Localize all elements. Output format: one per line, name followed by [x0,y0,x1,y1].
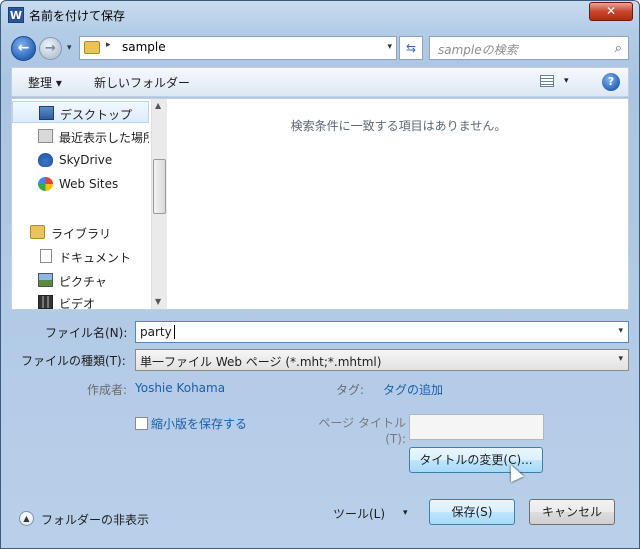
breadcrumb-arrow-icon[interactable]: ▸ [106,40,111,50]
forward-button[interactable]: → [39,37,62,60]
author-label: 作成者: [87,383,128,397]
skydrive-icon [38,153,53,167]
filetype-label: ファイルの種類(T): [21,354,126,368]
save-button[interactable]: 保存(S) [429,499,515,525]
sidebar-item-label: ビデオ [59,297,96,311]
sidebar-item-label: SkyDrive [59,153,113,167]
web-sites-icon [38,177,53,191]
recent-places-icon [38,129,53,143]
sidebar-item-label: ピクチャ [59,275,107,289]
filename-label: ファイル名(N): [45,326,128,340]
libraries-icon [30,225,45,239]
refresh-button[interactable]: ⇆ [399,36,423,60]
pictures-icon [38,273,53,287]
scroll-down-icon[interactable]: ▼ [155,297,161,306]
word-app-icon: W [8,7,24,23]
desktop-icon [39,106,54,120]
tools-label: ツール(L) [333,507,386,521]
filename-value: party [140,325,172,339]
sidebar-item-label: ドキュメント [59,251,132,265]
view-options-icon[interactable] [540,75,554,87]
navigation-pane: デスクトップ 最近表示した場所 SkyDrive Web Sites ライブラリ… [12,99,167,311]
sidebar-item-libraries[interactable]: ライブラリ [12,221,149,243]
sidebar-item-documents[interactable]: ドキュメント [12,245,149,267]
tags-field[interactable]: タグの追加 [383,381,443,398]
documents-icon [40,249,52,263]
text-caret [174,325,175,339]
organize-button[interactable]: 整理 ▾ [28,74,62,91]
filetype-value: 単一ファイル Web ページ (*.mht;*.mhtml) [140,355,382,369]
folder-icon [84,41,100,54]
page-title-label: ページ タイトル (T): [314,415,406,447]
sidebar-item-desktop[interactable]: デスクトップ [12,101,149,123]
save-thumbnail-label[interactable]: 縮小版を保存する [151,415,247,432]
save-thumbnail-checkbox[interactable] [135,417,148,430]
history-dropdown-icon[interactable]: ▾ [67,43,72,53]
help-icon[interactable]: ? [602,73,620,91]
view-dropdown-icon[interactable]: ▾ [564,76,569,86]
tags-label: タグ: [336,383,365,397]
search-placeholder: sampleの検索 [438,43,518,57]
filename-dropdown-icon[interactable]: ▾ [618,326,623,336]
close-button[interactable]: ✕ [589,2,633,21]
new-folder-button[interactable]: 新しいフォルダー [94,74,190,91]
sidebar-item-label: Web Sites [59,177,119,191]
breadcrumb-location[interactable]: sample [122,40,166,54]
back-button[interactable]: ← [11,36,36,61]
navigation-row: ← → ▾ ▸ sample ▾ ⇆ sampleの検索 ⌕ [1,31,639,65]
page-title-label-line2: (T): [385,432,406,446]
search-input[interactable]: sampleの検索 ⌕ [429,36,629,60]
filetype-dropdown-icon[interactable]: ▾ [618,354,623,364]
sidebar-item-recent-places[interactable]: 最近表示した場所 [12,125,149,147]
empty-results-message: 検索条件に一致する項目はありません。 [290,119,507,133]
collapse-up-icon: ▲ [19,511,34,526]
command-toolbar: 整理 ▾ 新しいフォルダー ▾ ? [11,67,629,97]
filename-field[interactable]: party ▾ [135,321,629,343]
sidebar-item-label: 最近表示した場所 [59,131,149,145]
sidebar-item-pictures[interactable]: ピクチャ [12,269,149,291]
sidebar-item-label: ライブラリ [51,227,112,241]
sidebar-item-web-sites[interactable]: Web Sites [12,173,149,195]
title-bar: W 名前を付けて保存 ✕ [1,1,639,27]
change-title-button[interactable]: タイトルの変更(C)... [409,447,543,473]
file-browser: デスクトップ 最近表示した場所 SkyDrive Web Sites ライブラリ… [11,98,629,311]
hide-folders-label: フォルダーの非表示 [41,513,150,527]
tools-button[interactable]: ツール(L) ▾ [331,503,417,525]
page-title-input [409,414,544,440]
tools-dropdown-icon: ▾ [403,508,408,518]
address-dropdown-icon[interactable]: ▾ [387,42,392,52]
page-title-label-line1: ページ タイトル [318,416,406,430]
cancel-button[interactable]: キャンセル [529,499,615,525]
search-icon[interactable]: ⌕ [615,41,622,56]
sidebar-item-skydrive[interactable]: SkyDrive [12,149,149,171]
videos-icon [38,295,53,309]
sidebar-scrollbar[interactable]: ▲ ▼ [151,99,167,309]
sidebar-item-label: デスクトップ [60,108,133,122]
window-title: 名前を付けて保存 [29,9,126,23]
save-as-dialog: W 名前を付けて保存 ✕ ← → ▾ ▸ sample ▾ ⇆ sampleの検… [0,0,640,549]
author-value[interactable]: Yoshie Kohama [135,381,225,395]
address-bar[interactable]: ▸ sample ▾ [79,36,397,60]
scrollbar-thumb[interactable] [153,159,166,214]
scroll-up-icon[interactable]: ▲ [155,101,161,110]
filetype-select[interactable]: 単一ファイル Web ページ (*.mht;*.mhtml) ▾ [135,349,629,371]
sidebar-item-videos[interactable]: ビデオ [12,291,149,313]
